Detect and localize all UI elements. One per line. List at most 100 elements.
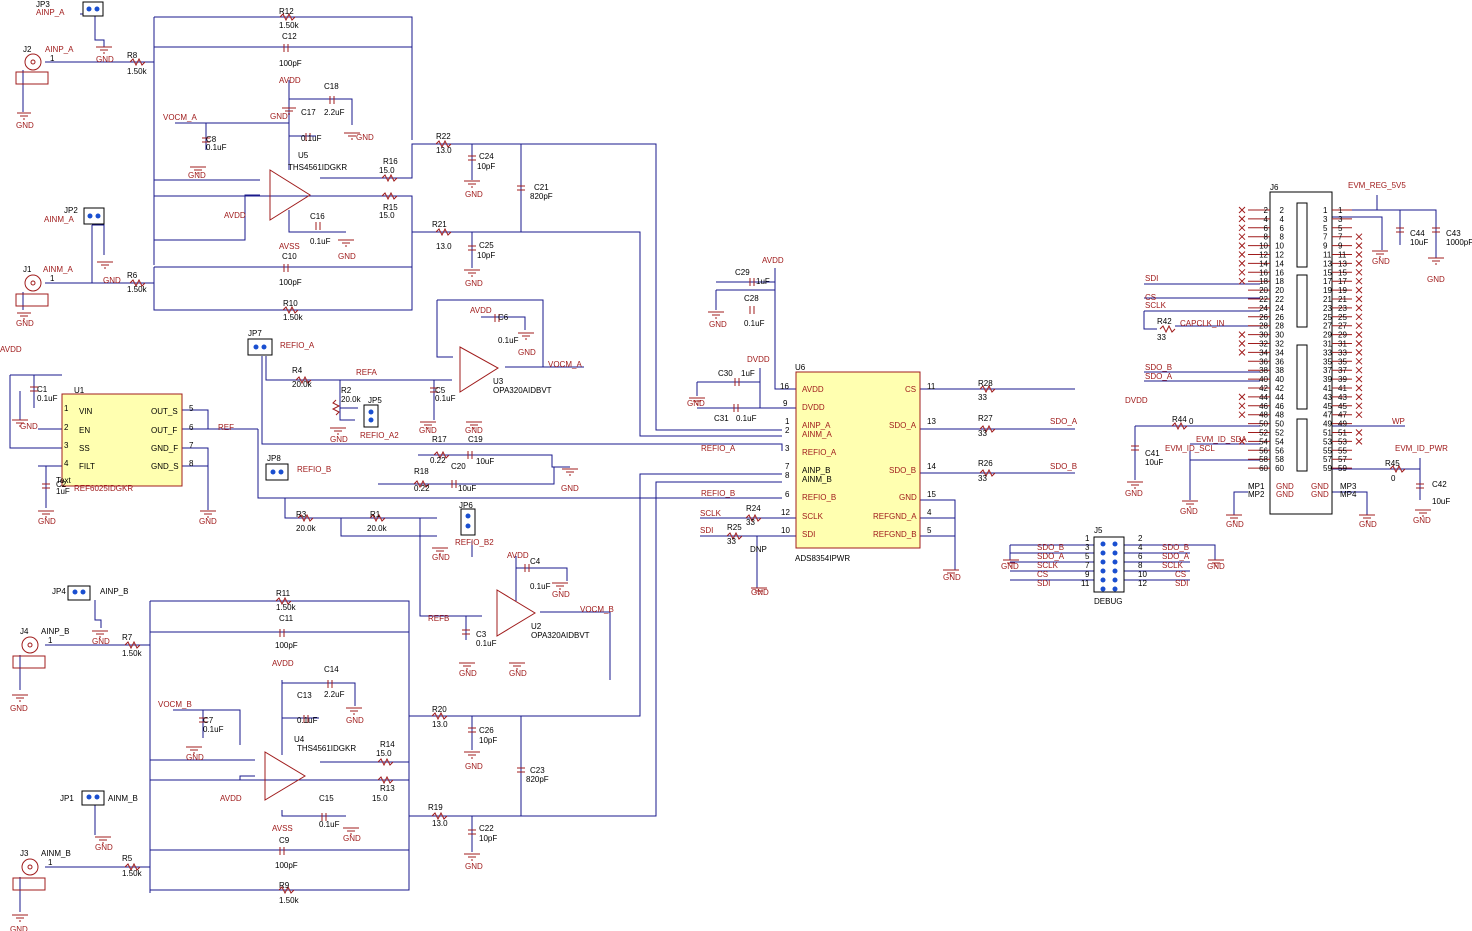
- no-connect-right-22: [1355, 402, 1363, 410]
- j6-left-nums-16: 34: [1275, 348, 1284, 357]
- label-120: R3: [296, 510, 307, 519]
- label-189: 100pF: [275, 861, 298, 870]
- label-95: JP5: [368, 396, 382, 405]
- label-309: SCLK: [1037, 561, 1059, 570]
- label-307: SDO_B: [1037, 543, 1064, 552]
- j6-left-nums-10: 22: [1275, 295, 1284, 304]
- label-27: 15.0: [379, 166, 395, 175]
- label-220: REFIO_B: [802, 493, 836, 502]
- j6-right-nums-8: 17: [1323, 277, 1332, 286]
- label-23: GND: [188, 171, 206, 180]
- label-326: 8: [1138, 561, 1143, 570]
- label-13: AVDD: [279, 76, 301, 85]
- label-9: R12: [279, 7, 294, 16]
- label-322: 11: [1081, 579, 1090, 588]
- label-187: GND: [95, 843, 113, 852]
- label-319: 5: [1085, 552, 1090, 561]
- jp7-body: [247, 338, 273, 356]
- schematic-labels: JP3AINP_AGNDJ2 AINP_A1 R81.50kGNDR121.50kC…: [0, 0, 1472, 931]
- label-306: DEBUG: [1094, 597, 1122, 606]
- label-63: GND: [20, 422, 38, 431]
- label-324: 4: [1138, 543, 1143, 552]
- label-139: JP4: [52, 587, 66, 596]
- label-66: EN: [79, 426, 90, 435]
- j6-left-nums-27: 56: [1275, 446, 1284, 455]
- j6-right-ext-nums-28: 57: [1338, 455, 1347, 464]
- label-177: GND: [465, 762, 483, 771]
- label-126: REFIO_B2: [455, 538, 494, 547]
- label-181: 13.0: [432, 819, 448, 828]
- label-107: GND: [419, 426, 437, 435]
- label-142: J4: [20, 627, 29, 636]
- j6-right-ext-nums-22: 45: [1338, 402, 1347, 411]
- no-connect-right-17: [1355, 357, 1363, 365]
- label-72: GND_S: [151, 462, 179, 471]
- j6-right-ext-nums-6: 13: [1338, 259, 1347, 268]
- label-183: 10pF: [479, 834, 497, 843]
- j6-right-nums-22: 45: [1323, 402, 1332, 411]
- label-245: R28: [978, 379, 993, 388]
- label-209: 0.1uF: [736, 414, 757, 423]
- label-64: U1: [74, 386, 85, 395]
- label-188: C9: [279, 836, 290, 845]
- u5-opamp: [269, 169, 311, 221]
- label-15: 2.2uF: [324, 108, 345, 117]
- j6-right-nums-7: 15: [1323, 268, 1332, 277]
- label-168: AVDD: [220, 794, 242, 803]
- schematic: JP3AINP_AGNDJ2 AINP_A1 R81.50kGNDR121.50kC…: [0, 0, 1472, 931]
- label-205: C30: [718, 369, 733, 378]
- label-207: GND: [687, 399, 705, 408]
- label-256: 33: [746, 518, 755, 527]
- label-127: AVDD: [507, 551, 529, 560]
- j6-left-ext-nums-25: 52: [1259, 429, 1268, 438]
- label-196: R9: [279, 881, 290, 890]
- label-132: U2: [531, 622, 542, 631]
- label-36: 13.0: [436, 146, 452, 155]
- label-119: REFIO_B: [297, 465, 331, 474]
- label-156: 0.1uF: [297, 716, 318, 725]
- jp4-body: [67, 585, 91, 601]
- label-99: C6: [498, 313, 509, 322]
- no-connect-right-15: [1355, 340, 1363, 347]
- j6-right-nums-10: 21: [1323, 295, 1332, 304]
- j6-right-ext-nums-2: 5: [1338, 224, 1343, 233]
- label-141: GND: [92, 637, 110, 646]
- label-148: R11: [276, 589, 291, 598]
- label-302: MP4: [1340, 490, 1357, 499]
- label-167: 15.0: [372, 794, 388, 803]
- label-233: 8: [785, 471, 790, 480]
- label-328: 12: [1138, 579, 1147, 588]
- j6-right-nums-14: 29: [1323, 331, 1332, 340]
- j6-right-nums-21: 43: [1323, 393, 1332, 402]
- label-150: C11: [279, 614, 294, 623]
- label-236: 10: [781, 526, 790, 535]
- label-16: C17: [301, 108, 316, 117]
- j6-right-nums-20: 41: [1323, 384, 1332, 393]
- j6-left-nums-1: 4: [1280, 215, 1285, 224]
- j6-right-ext-nums-8: 17: [1338, 277, 1347, 286]
- label-298: GND: [1276, 490, 1294, 499]
- j6-right-nums-28: 57: [1323, 455, 1332, 464]
- label-174: 13.0: [432, 720, 448, 729]
- label-111: C19: [468, 435, 483, 444]
- label-216: AINM_A: [802, 430, 832, 439]
- label-86: GND: [199, 517, 217, 526]
- j6-left-nums-22: 46: [1275, 402, 1284, 411]
- no-connect-right-8: [1355, 277, 1363, 285]
- label-204: DVDD: [747, 355, 770, 364]
- j6-right-ext-nums-5: 11: [1338, 251, 1347, 260]
- j6-right-nums-5: 11: [1323, 251, 1332, 260]
- label-315: CS: [1175, 570, 1186, 579]
- no-connect-left-21: [1238, 393, 1246, 401]
- j6-right-nums-19: 39: [1323, 375, 1332, 384]
- label-133: OPA320AIDBVT: [531, 631, 590, 640]
- label-289: EVM_ID_PWR: [1395, 444, 1448, 453]
- label-238: 13: [927, 417, 936, 426]
- label-162: U4: [294, 735, 305, 744]
- j6-left-nums-12: 26: [1275, 313, 1284, 322]
- label-77: 5: [189, 404, 194, 413]
- label-135: C3: [476, 630, 487, 639]
- j1-coax: [24, 274, 42, 292]
- j6-left-ext-nums-12: 26: [1259, 313, 1268, 322]
- j6-left-ext-nums-2: 6: [1264, 224, 1269, 233]
